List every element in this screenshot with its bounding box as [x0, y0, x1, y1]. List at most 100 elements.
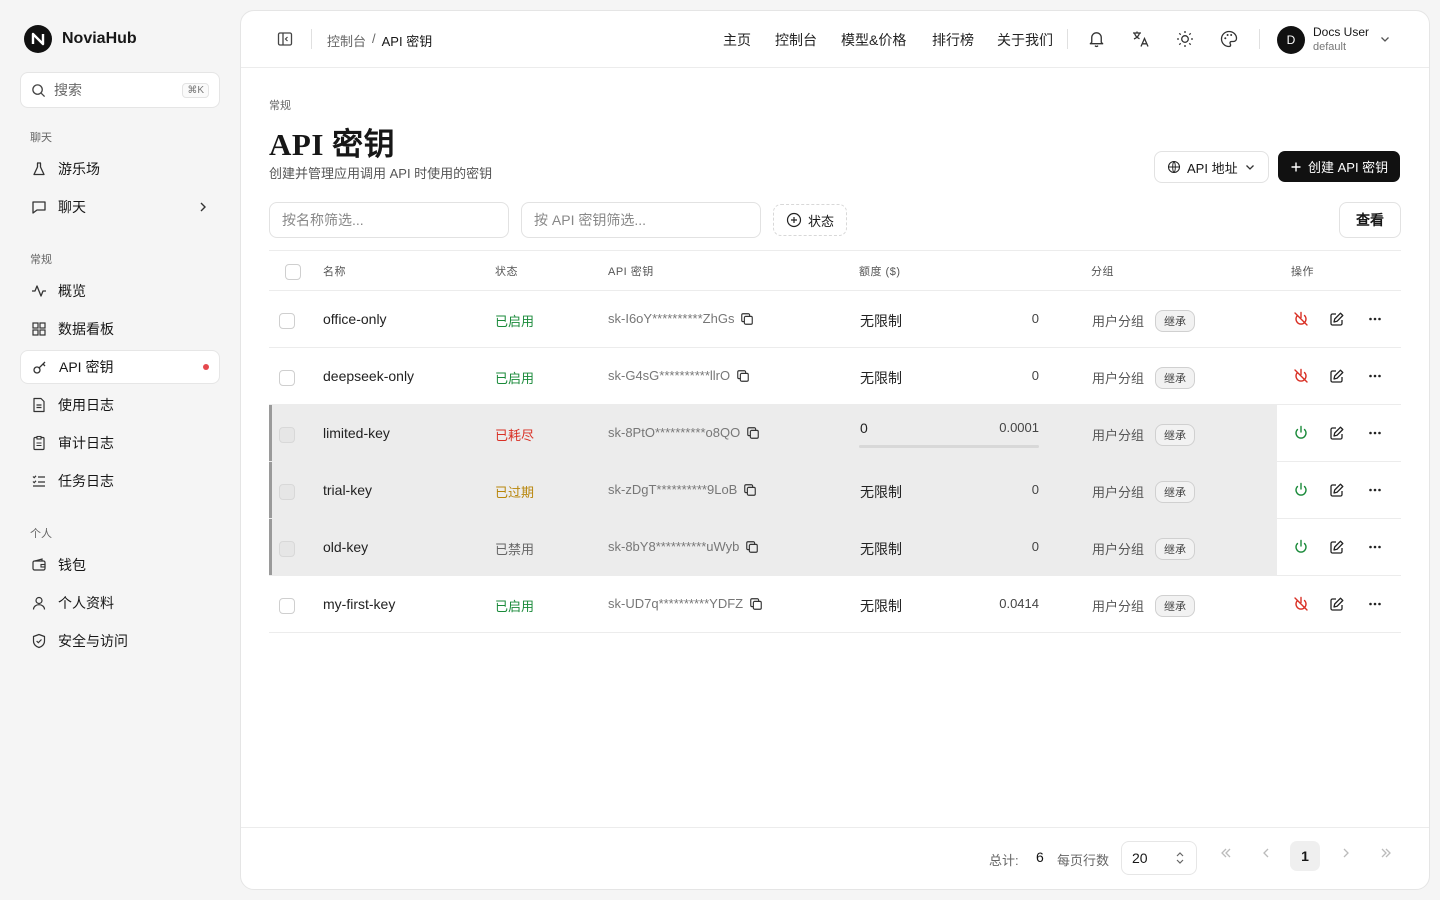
list-checks-icon: [30, 472, 48, 490]
used-amount: 0.0414: [999, 596, 1039, 611]
row-checkbox[interactable]: [279, 313, 295, 329]
search-label: 搜索: [54, 82, 82, 98]
topnav-console[interactable]: 控制台: [775, 30, 817, 50]
more-icon[interactable]: [1366, 367, 1384, 385]
edit-icon[interactable]: [1328, 538, 1346, 556]
enable-icon[interactable]: [1292, 424, 1310, 442]
key-filter-input[interactable]: [521, 202, 761, 238]
edit-icon[interactable]: [1328, 481, 1346, 499]
edit-icon[interactable]: [1328, 367, 1346, 385]
sidebar-item-label: 审计日志: [58, 435, 114, 451]
sidebar-item-profile[interactable]: 个人资料: [20, 586, 220, 620]
quota-value: 无限制: [860, 370, 902, 386]
row-checkbox[interactable]: [279, 484, 295, 500]
column-header-status[interactable]: 状态: [495, 263, 518, 279]
main-panel: 控制台 / API 密钥 主页 控制台 模型&价格 排行榜 关于我们 D Doc…: [240, 10, 1430, 890]
row-checkbox[interactable]: [279, 427, 295, 443]
globe-icon: [1167, 160, 1181, 174]
view-button[interactable]: 查看: [1339, 202, 1401, 238]
page-size-select[interactable]: 20: [1121, 841, 1197, 875]
column-header-name[interactable]: 名称: [323, 263, 346, 279]
copy-icon[interactable]: [736, 369, 750, 383]
table-body: office-only 已启用 sk-I6oY**********ZhGs 无限制 0 用…: [269, 291, 1401, 633]
inherit-badge: 继承: [1155, 481, 1195, 503]
avatar[interactable]: D: [1277, 26, 1305, 54]
plus-icon: [1291, 162, 1301, 171]
group-name: 用户分组: [1092, 428, 1145, 443]
create-api-key-button[interactable]: 创建 API 密钥: [1278, 151, 1401, 182]
more-icon[interactable]: [1366, 481, 1384, 499]
sidebar-item-dashboard[interactable]: 数据看板: [20, 312, 220, 346]
group-name: 用户分组: [1092, 485, 1145, 500]
more-icon[interactable]: [1366, 310, 1384, 328]
translate-icon[interactable]: [1131, 29, 1151, 49]
wallet-icon: [30, 556, 48, 574]
copy-icon[interactable]: [745, 540, 759, 554]
user-name[interactable]: Docs User: [1313, 25, 1369, 39]
edit-icon[interactable]: [1328, 310, 1346, 328]
palette-icon[interactable]: [1219, 29, 1239, 49]
brand[interactable]: NoviaHub: [24, 25, 137, 53]
copy-icon[interactable]: [743, 483, 757, 497]
topnav-home[interactable]: 主页: [723, 30, 751, 50]
last-page-icon[interactable]: [1379, 846, 1393, 860]
column-header-quota[interactable]: 额度 ($): [859, 263, 901, 279]
row-checkbox[interactable]: [279, 370, 295, 386]
more-icon[interactable]: [1366, 595, 1384, 613]
page-button-current[interactable]: 1: [1290, 841, 1320, 871]
sidebar-item-overview[interactable]: 概览: [20, 274, 220, 308]
more-icon[interactable]: [1366, 424, 1384, 442]
select-all-checkbox[interactable]: [285, 264, 301, 280]
quota-value: 无限制: [860, 598, 902, 614]
sidebar-item-task-logs[interactable]: 任务日志: [20, 464, 220, 498]
edit-icon[interactable]: [1328, 424, 1346, 442]
chevron-down-icon: [1245, 165, 1254, 170]
row-checkbox[interactable]: [279, 541, 295, 557]
sidebar-item-label: 游乐场: [58, 161, 100, 177]
column-header-group[interactable]: 分组: [1091, 263, 1114, 279]
search-box[interactable]: 搜索 ⌘K: [20, 72, 220, 108]
enable-icon[interactable]: [1292, 538, 1310, 556]
topnav-models-pricing[interactable]: 模型&价格: [841, 30, 906, 50]
copy-icon[interactable]: [749, 597, 763, 611]
sidebar-item-usage-logs[interactable]: 使用日志: [20, 388, 220, 422]
section-label: 常规: [269, 100, 291, 112]
column-header-key[interactable]: API 密钥: [608, 263, 654, 279]
api-key-masked: sk-zDgT**********9LoB: [608, 482, 738, 497]
row-checkbox[interactable]: [279, 598, 295, 614]
chevron-down-icon[interactable]: [1379, 33, 1391, 45]
sidebar-item-label: 使用日志: [58, 397, 114, 413]
status-badge: 已启用: [495, 314, 535, 329]
sidebar-toggle-icon[interactable]: [277, 31, 293, 47]
nav-group-general: 常规: [30, 254, 52, 266]
first-page-icon[interactable]: [1219, 846, 1233, 860]
name-filter-input[interactable]: [269, 202, 509, 238]
enable-icon[interactable]: [1292, 481, 1310, 499]
sidebar-item-api-keys[interactable]: API 密钥: [20, 350, 220, 384]
sun-icon[interactable]: [1175, 29, 1195, 49]
copy-icon[interactable]: [740, 312, 754, 326]
sidebar-item-label: API 密钥: [59, 359, 114, 375]
sidebar-item-audit-logs[interactable]: 审计日志: [20, 426, 220, 460]
status-filter-button[interactable]: 状态: [773, 204, 848, 236]
edit-icon[interactable]: [1328, 595, 1346, 613]
disable-icon[interactable]: [1292, 367, 1310, 385]
breadcrumb-parent[interactable]: 控制台: [327, 31, 366, 50]
bell-icon[interactable]: [1087, 29, 1106, 48]
sidebar-item-security[interactable]: 安全与访问: [20, 624, 220, 658]
prev-page-icon[interactable]: [1259, 846, 1273, 860]
table-row: trial-key 已过期 sk-zDgT**********9LoB 无限制 0 用户分…: [269, 462, 1401, 519]
group-name: 用户分组: [1092, 314, 1145, 329]
more-icon[interactable]: [1366, 538, 1384, 556]
topnav-about[interactable]: 关于我们: [997, 30, 1053, 50]
disable-icon[interactable]: [1292, 310, 1310, 328]
topnav-leaderboard[interactable]: 排行榜: [932, 30, 974, 50]
sidebar-item-label: 数据看板: [58, 321, 114, 337]
api-address-button[interactable]: API 地址: [1154, 151, 1269, 183]
sidebar-item-wallet[interactable]: 钱包: [20, 548, 220, 582]
disable-icon[interactable]: [1292, 595, 1310, 613]
sidebar-item-playground[interactable]: 游乐场: [20, 152, 220, 186]
next-page-icon[interactable]: [1339, 846, 1353, 860]
sidebar-item-chat[interactable]: 聊天: [20, 190, 220, 224]
copy-icon[interactable]: [746, 426, 760, 440]
